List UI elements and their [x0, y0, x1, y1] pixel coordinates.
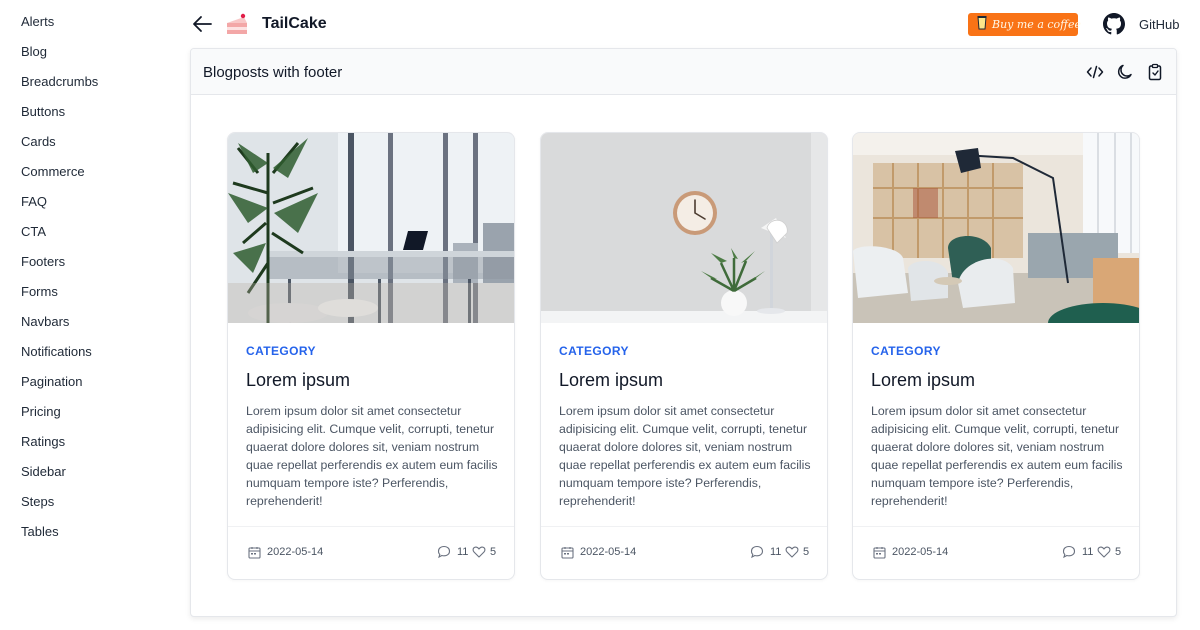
github-link[interactable]: GitHub [1139, 17, 1179, 32]
card-footer: 2022-05-14 11 5 [228, 526, 514, 579]
card-title[interactable]: Lorem ipsum [871, 370, 975, 391]
brand-name[interactable]: TailCake [262, 15, 327, 33]
moon-icon[interactable] [1116, 63, 1134, 81]
clipboard-icon[interactable] [1146, 63, 1164, 81]
comment-count: 11 [457, 546, 469, 558]
heart-icon[interactable] [472, 545, 486, 559]
sidebar-item-alerts[interactable]: Alerts [21, 14, 54, 30]
sidebar-item-pagination[interactable]: Pagination [21, 374, 82, 390]
comment-icon[interactable] [750, 545, 764, 559]
panel-title: Blogposts with footer [203, 64, 343, 81]
calendar-icon [561, 546, 574, 559]
sidebar-item-sidebar[interactable]: Sidebar [21, 464, 66, 480]
sidebar-item-faq[interactable]: FAQ [21, 194, 47, 210]
sidebar-item-buttons[interactable]: Buttons [21, 104, 65, 120]
comment-icon[interactable] [1062, 545, 1076, 559]
back-arrow-icon[interactable] [191, 14, 213, 34]
blog-card[interactable]: CATEGORY Lorem ipsum Lorem ipsum dolor s… [227, 132, 515, 580]
sidebar-item-navbars[interactable]: Navbars [21, 314, 69, 330]
buy-me-a-coffee-button[interactable]: Buy me a coffee [968, 13, 1081, 36]
preview-panel: Blogposts with footer CATEGORY Lorem ips… [190, 48, 1177, 617]
sidebar-item-tables[interactable]: Tables [21, 524, 59, 540]
heart-icon[interactable] [1097, 545, 1111, 559]
cake-logo-icon [224, 11, 250, 37]
like-count: 5 [490, 546, 497, 558]
like-count: 5 [1115, 546, 1122, 558]
code-icon[interactable] [1086, 63, 1104, 81]
panel-header: Blogposts with footer [191, 49, 1176, 95]
like-count: 5 [803, 546, 810, 558]
sidebar-item-cta[interactable]: CTA [21, 224, 46, 240]
calendar-icon [248, 546, 261, 559]
card-date: 2022-05-14 [892, 546, 949, 558]
sidebar-item-pricing[interactable]: Pricing [21, 404, 61, 420]
calendar-icon [873, 546, 886, 559]
sidebar-item-cards[interactable]: Cards [21, 134, 56, 150]
card-footer: 2022-05-14 11 5 [853, 526, 1139, 579]
sidebar-item-commerce[interactable]: Commerce [21, 164, 85, 180]
comment-count: 11 [770, 546, 782, 558]
card-excerpt: Lorem ipsum dolor sit amet consectetur a… [871, 404, 1123, 508]
sidebar: Alerts Blog Breadcrumbs Buttons Cards Co… [0, 0, 185, 630]
coffee-cup-icon [977, 15, 987, 35]
blog-card[interactable]: CATEGORY Lorem ipsum Lorem ipsum dolor s… [540, 132, 828, 580]
card-category[interactable]: CATEGORY [559, 344, 629, 358]
coffee-label: Buy me a coffee [992, 18, 1081, 31]
card-image-clock[interactable] [541, 133, 827, 323]
sidebar-item-forms[interactable]: Forms [21, 284, 58, 300]
card-excerpt: Lorem ipsum dolor sit amet consectetur a… [559, 404, 811, 508]
sidebar-item-blog[interactable]: Blog [21, 44, 47, 60]
card-image-lounge[interactable] [853, 133, 1139, 343]
github-icon[interactable] [1103, 13, 1125, 35]
comment-count: 11 [1082, 546, 1094, 558]
card-footer: 2022-05-14 11 5 [541, 526, 827, 579]
sidebar-item-steps[interactable]: Steps [21, 494, 54, 510]
card-date: 2022-05-14 [580, 546, 637, 558]
card-title[interactable]: Lorem ipsum [559, 370, 663, 391]
sidebar-item-ratings[interactable]: Ratings [21, 434, 65, 450]
sidebar-item-notifications[interactable]: Notifications [21, 344, 92, 360]
blog-card[interactable]: CATEGORY Lorem ipsum Lorem ipsum dolor s… [852, 132, 1140, 580]
comment-icon[interactable] [437, 545, 451, 559]
sidebar-item-footers[interactable]: Footers [21, 254, 65, 270]
card-excerpt: Lorem ipsum dolor sit amet consectetur a… [246, 404, 498, 508]
sidebar-item-breadcrumbs[interactable]: Breadcrumbs [21, 74, 98, 90]
card-date: 2022-05-14 [267, 546, 324, 558]
card-title[interactable]: Lorem ipsum [246, 370, 350, 391]
card-image-office[interactable] [228, 133, 514, 323]
card-category[interactable]: CATEGORY [871, 344, 941, 358]
heart-icon[interactable] [785, 545, 799, 559]
card-category[interactable]: CATEGORY [246, 344, 316, 358]
